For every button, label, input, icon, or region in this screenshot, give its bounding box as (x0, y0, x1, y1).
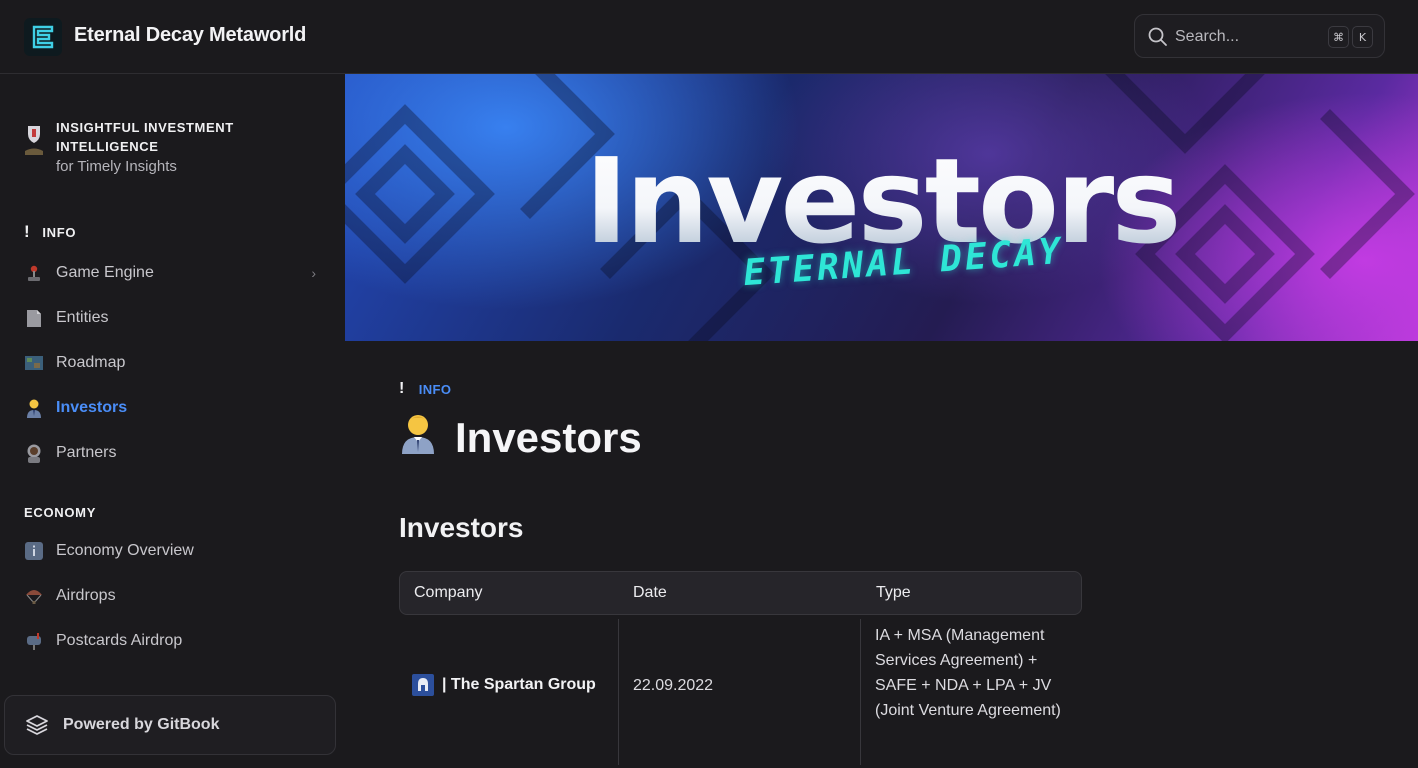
sidebar-item-airdrops[interactable]: Airdrops (24, 578, 324, 614)
column-header-date: Date (633, 584, 667, 601)
page-icon (24, 308, 44, 328)
chevron-right-icon[interactable]: › (311, 265, 316, 281)
investors-table: Company Date Type | The Spartan Group 22… (399, 571, 1082, 765)
office-worker-icon (24, 398, 44, 418)
sidebar-item-label: Roadmap (56, 354, 126, 371)
column-header-type: Type (876, 584, 911, 601)
powered-by-label: Powered by GitBook (63, 716, 220, 733)
mailbox-icon (24, 631, 44, 651)
office-worker-icon (399, 412, 437, 464)
sidebar-item-investors[interactable]: Investors (24, 390, 324, 426)
company-name: | The Spartan Group (442, 676, 596, 693)
astronaut-icon (24, 443, 44, 463)
search-input[interactable]: Search... ⌘ K (1134, 14, 1385, 58)
section-economy-label: ECONOMY (24, 505, 97, 520)
map-icon (24, 353, 44, 373)
k-key-badge: K (1352, 26, 1373, 48)
parachute-icon (24, 586, 44, 606)
breadcrumb[interactable]: ! INFO (399, 380, 451, 398)
date-cell: 22.09.2022 (633, 677, 714, 694)
sidebar-item-label: Investors (56, 399, 128, 416)
powered-by-gitbook-button[interactable]: Powered by GitBook (4, 695, 336, 755)
table-row: | The Spartan Group 22.09.2022 IA + MSA … (399, 615, 1082, 761)
sidebar-item-partners[interactable]: Partners (24, 435, 324, 471)
table-header: Company Date Type (399, 571, 1082, 615)
sidebar-item-label: Partners (56, 444, 117, 461)
sidebar-item-entities[interactable]: Entities (24, 300, 324, 336)
brand-logo[interactable] (24, 18, 62, 56)
brand-e-icon (32, 25, 54, 49)
joystick-icon (24, 263, 44, 283)
sidebar-item-roadmap[interactable]: Roadmap (24, 345, 324, 381)
cover-banner: Investors ETERNAL DECAY (345, 74, 1418, 341)
section-economy: ECONOMY (24, 505, 96, 520)
company-cell: | The Spartan Group (412, 672, 596, 697)
sidebar: INSIGHTFUL INVESTMENT INTELLIGENCE for T… (0, 74, 345, 768)
sidebar-item-label: Airdrops (56, 587, 116, 604)
section-heading[interactable]: Investors (399, 512, 524, 544)
gitbook-icon (26, 715, 48, 735)
sidebar-item-label: Economy Overview (56, 542, 194, 559)
site-title[interactable]: Eternal Decay Metaworld (74, 24, 306, 47)
column-header-company: Company (414, 584, 483, 601)
search-placeholder: Search... (1175, 28, 1240, 45)
section-info: ! INFO (24, 222, 76, 242)
top-bar: Eternal Decay Metaworld Search... ⌘ K (0, 0, 1418, 74)
page-title-text: Investors (455, 414, 642, 461)
breadcrumb-label: INFO (418, 381, 452, 397)
sidebar-item-label: Entities (56, 309, 109, 326)
info-icon (24, 541, 44, 561)
section-info-label: INFO (42, 224, 77, 240)
search-icon (1148, 27, 1167, 46)
sidebar-item-game-engine[interactable]: Game Engine › (24, 255, 324, 291)
promo-subtitle: for Timely Insights (56, 158, 177, 175)
sidebar-item-economy-overview[interactable]: Economy Overview (24, 533, 324, 569)
exclamation-icon: ! (24, 222, 31, 241)
exclamation-icon: ! (399, 380, 405, 397)
sidebar-item-label: Postcards Airdrop (56, 632, 183, 649)
command-key-badge: ⌘ (1328, 26, 1349, 48)
sidebar-item-postcards-airdrop[interactable]: Postcards Airdrop (24, 623, 324, 659)
shield-icon (25, 126, 43, 155)
spartan-helmet-icon (412, 673, 434, 696)
type-cell: IA + MSA (Management Services Agreement)… (875, 627, 1061, 719)
promo-title: INSIGHTFUL INVESTMENT INTELLIGENCE (56, 120, 234, 154)
page-title: Investors (399, 412, 642, 464)
sidebar-item-label: Game Engine (56, 264, 154, 281)
